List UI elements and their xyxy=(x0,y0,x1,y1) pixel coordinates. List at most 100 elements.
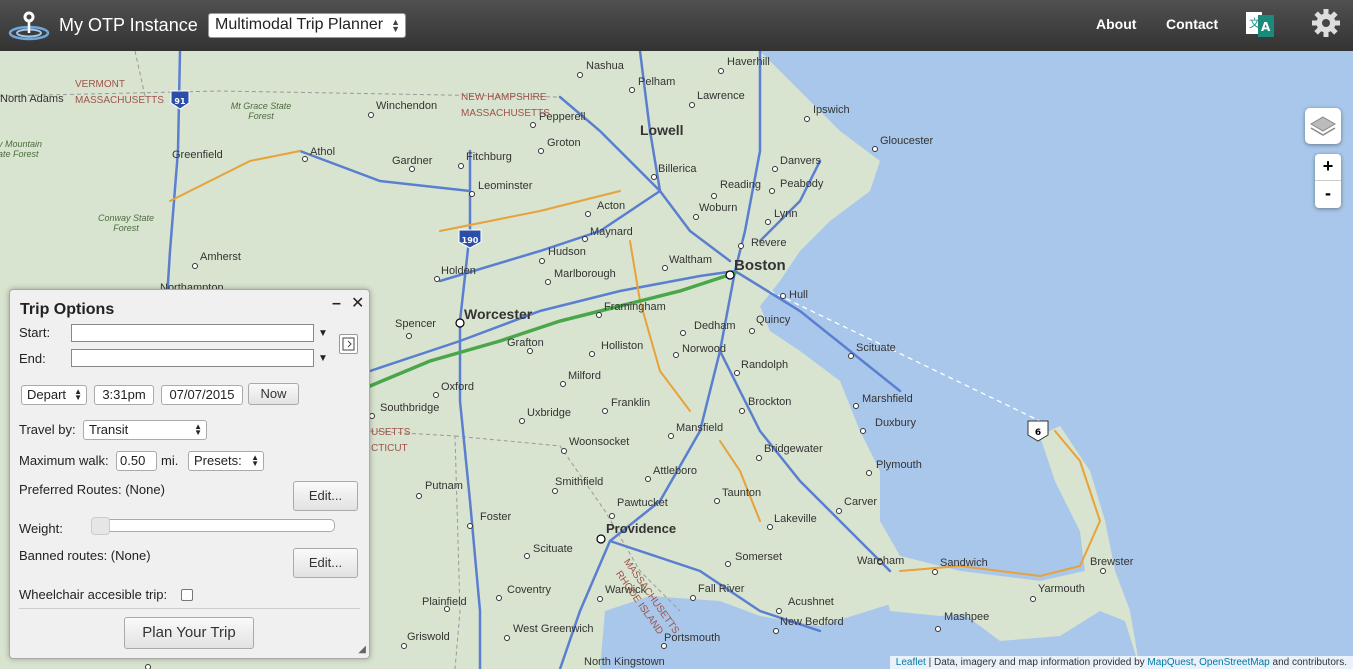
map-label-norwood: Norwood xyxy=(682,343,727,355)
map-label-plymouth: Plymouth xyxy=(876,459,922,471)
map-label-attleboro: Attleboro xyxy=(653,465,698,477)
weight-slider[interactable] xyxy=(91,517,335,535)
map-label-smithfield: Smithfield xyxy=(555,476,604,488)
map-label-foster: Foster xyxy=(480,511,512,523)
map-label-lawrence: Lawrence xyxy=(697,90,745,102)
map-label-north-adams: North Adams xyxy=(0,93,64,105)
map-label-gloucester: Gloucester xyxy=(880,135,934,147)
map-label-southbridge: Southbridge xyxy=(380,402,440,414)
trip-options-panel: Trip Options – ✕ Start: ▼ End: ▼ Depart … xyxy=(9,289,370,659)
select-spinner-icon: ▲ ▼ xyxy=(74,387,82,402)
map-label-fall-river: Fall River xyxy=(698,583,745,595)
map-label-lynn: Lynn xyxy=(774,208,798,220)
map-label-mt-grace-forest: Mt Grace State Forest xyxy=(230,101,292,121)
map-label-maynard: Maynard xyxy=(590,226,633,238)
travel-mode-select[interactable]: Transit ▲ ▼ xyxy=(83,420,207,440)
map-label-dedham: Dedham xyxy=(694,320,736,332)
map-label-groton: Groton xyxy=(547,137,581,149)
map-label-brockton: Brockton xyxy=(748,396,792,408)
wheelchair-checkbox[interactable] xyxy=(181,589,193,601)
now-button[interactable]: Now xyxy=(248,383,299,405)
depart-arrive-select[interactable]: Depart ▲ ▼ xyxy=(21,385,87,405)
map-label-north-kingstown: North Kingstown xyxy=(584,656,665,668)
banned-routes-label: Banned routes: (None) xyxy=(19,548,151,563)
walk-presets-select[interactable]: Presets: ▲ ▼ xyxy=(188,451,264,471)
end-label: End: xyxy=(19,351,46,366)
map-label-lakeville: Lakeville xyxy=(774,513,817,525)
map-label-ipswich: Ipswich xyxy=(813,104,850,116)
edit-banned-routes-button[interactable]: Edit... xyxy=(293,548,358,578)
end-input[interactable] xyxy=(71,349,314,367)
map-label-pawtucket: Pawtucket xyxy=(617,497,668,509)
plan-your-trip-button[interactable]: Plan Your Trip xyxy=(124,617,254,649)
mode-select-value: Multimodal Trip Planner xyxy=(215,16,384,33)
time-input[interactable]: 3:31pm xyxy=(94,385,154,405)
map-label-pelham: Pelham xyxy=(638,76,676,88)
presets-value: Presets: xyxy=(194,453,242,468)
map-label-cticut: CTICUT xyxy=(371,443,408,454)
openstreetmap-link[interactable]: OpenStreetMap xyxy=(1199,657,1270,668)
max-walk-label: Maximum walk: xyxy=(19,453,109,468)
start-input[interactable] xyxy=(71,324,314,342)
about-link[interactable]: About xyxy=(1096,16,1136,32)
preferred-routes-label: Preferred Routes: (None) xyxy=(19,482,165,497)
contact-link[interactable]: Contact xyxy=(1166,16,1218,32)
map-label-hudson: Hudson xyxy=(548,246,586,258)
map-label-conway-forest: Conway State Forest xyxy=(97,213,155,233)
map-label-taunton: Taunton xyxy=(722,487,762,499)
divider xyxy=(19,608,360,609)
map-label-new-hampshire: NEW HAMPSHIRE xyxy=(461,92,547,103)
trip-options-title: Trip Options xyxy=(20,301,115,318)
resize-handle-icon[interactable]: ◢ xyxy=(358,644,366,655)
leaflet-link[interactable]: Leaflet xyxy=(896,657,926,668)
swap-icon xyxy=(342,337,355,351)
trip-planner-mode-select[interactable]: Multimodal Trip Planner ▲ ▼ xyxy=(208,13,406,38)
map-label-winchendon: Winchendon xyxy=(376,100,438,112)
map-label-amherst: Amherst xyxy=(200,251,241,263)
svg-text:91: 91 xyxy=(174,97,186,106)
language-translate-icon[interactable]: 文 A xyxy=(1246,12,1274,38)
edit-preferred-routes-button[interactable]: Edit... xyxy=(293,481,358,511)
minimize-button[interactable]: – xyxy=(332,295,341,313)
map-label-hull: Hull xyxy=(789,289,808,301)
top-navbar: My OTP Instance Multimodal Trip Planner … xyxy=(0,0,1353,51)
map-label-woburn: Woburn xyxy=(699,202,738,214)
otp-logo-icon[interactable] xyxy=(8,9,50,41)
map-label-mansfield: Mansfield xyxy=(676,422,724,434)
close-button[interactable]: ✕ xyxy=(351,293,364,313)
map-label-west-greenwich: West Greenwich xyxy=(513,623,594,635)
mapquest-link[interactable]: MapQuest xyxy=(1147,657,1193,668)
map-label-peabody: Peabody xyxy=(780,178,824,190)
map-label-waltham: Waltham xyxy=(669,254,712,266)
map-label-spencer: Spencer xyxy=(395,318,436,330)
travel-by-label: Travel by: xyxy=(19,422,76,437)
map-label-holden: Holden xyxy=(441,265,476,277)
layers-control-button[interactable] xyxy=(1305,108,1341,144)
select-spinner-icon: ▲ ▼ xyxy=(391,17,400,34)
depart-value: Depart xyxy=(27,387,67,402)
zoom-in-button[interactable]: + xyxy=(1315,154,1341,181)
start-dropdown-arrow-icon[interactable]: ▼ xyxy=(318,328,328,339)
map-label-duxbury: Duxbury xyxy=(875,417,916,429)
map-label-framingham: Framingham xyxy=(604,301,666,313)
map-label-quincy: Quincy xyxy=(756,314,791,326)
map-label-scituate-ri: Scituate xyxy=(533,543,573,555)
map-label-nashua: Nashua xyxy=(586,60,624,72)
max-walk-input[interactable]: 0.50 xyxy=(116,451,157,471)
date-input[interactable]: 07/07/2015 xyxy=(161,385,243,405)
reverse-start-end-button[interactable] xyxy=(339,334,358,354)
map-label-scituate: Scituate xyxy=(856,342,896,354)
map-label-athol: Athol xyxy=(310,146,336,158)
map-label-gardner: Gardner xyxy=(392,155,433,167)
map-label-fitchburg: Fitchburg xyxy=(466,151,512,163)
map-label-woonsocket: Woonsocket xyxy=(569,436,630,448)
map-label-carver: Carver xyxy=(844,496,878,508)
zoom-out-button[interactable]: - xyxy=(1315,181,1341,208)
start-label: Start: xyxy=(19,325,51,340)
map-label-marshfield: Marshfield xyxy=(862,393,913,405)
end-dropdown-arrow-icon[interactable]: ▼ xyxy=(318,353,328,364)
layers-icon xyxy=(1310,116,1336,136)
settings-gear-icon[interactable] xyxy=(1311,8,1341,38)
map-label-randolph: Randolph xyxy=(741,359,789,371)
weight-slider-handle[interactable] xyxy=(91,517,110,535)
